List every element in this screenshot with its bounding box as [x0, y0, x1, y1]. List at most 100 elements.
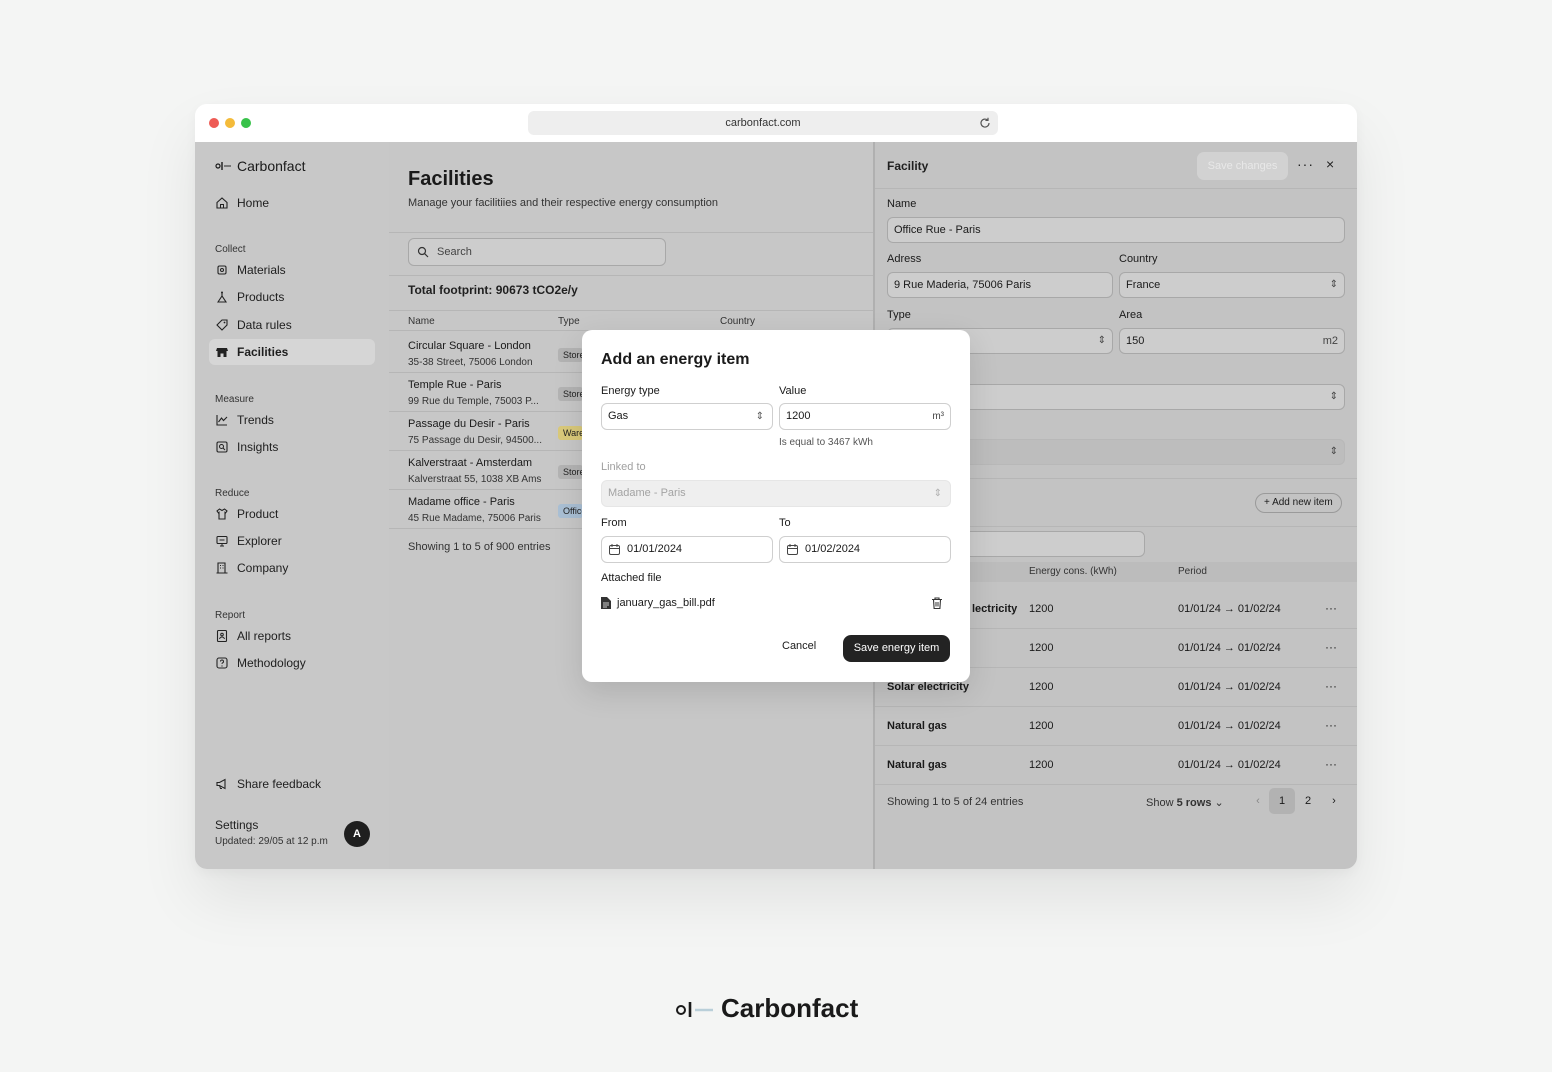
sidebar-item-product[interactable]: Product: [209, 501, 375, 527]
value-field[interactable]: 1200 m³: [779, 403, 951, 430]
page-button-2[interactable]: 2: [1295, 788, 1321, 814]
country-select[interactable]: France ⇕: [1119, 272, 1345, 298]
divider: [875, 745, 1357, 746]
save-energy-item-button[interactable]: Save energy item: [843, 635, 950, 662]
sidebar: Carbonfact Home Collect Materials Produc…: [195, 142, 389, 869]
area-value: 150: [1126, 335, 1145, 347]
type-badge: Office: [558, 504, 583, 518]
company-icon: [216, 562, 228, 574]
sidebar-item-label: Products: [237, 290, 285, 304]
divider: [875, 706, 1357, 707]
facility-name: Madame office - Paris: [408, 496, 515, 508]
next-page-button[interactable]: ›: [1321, 788, 1347, 814]
sidebar-item-methodology[interactable]: Methodology: [209, 650, 375, 676]
to-date-field[interactable]: 01/02/2024: [779, 536, 951, 563]
type-badge: Store: [558, 387, 583, 401]
settings-link[interactable]: Settings Updated: 29/05 at 12 p.m: [215, 818, 328, 847]
calendar-icon: [609, 544, 620, 555]
close-window-button[interactable]: [209, 118, 219, 128]
column-header-energy[interactable]: Energy cons. (kWh): [1029, 566, 1117, 577]
chevron-updown-icon: ⇕: [1329, 391, 1338, 402]
facility-address: 75 Passage du Desir, 94500...: [408, 435, 542, 446]
close-icon[interactable]: ×: [1326, 156, 1334, 172]
type-badge: Store: [558, 348, 583, 362]
energy-type-cell: lectricity: [972, 603, 1018, 615]
sidebar-item-label: Trends: [237, 413, 274, 427]
row-menu-icon[interactable]: ···: [1325, 679, 1337, 693]
chevron-updown-icon: ⇕: [933, 488, 942, 499]
sidebar-item-label: Share feedback: [237, 777, 322, 791]
row-menu-icon[interactable]: ···: [1325, 718, 1337, 732]
row-menu-icon[interactable]: ···: [1325, 640, 1337, 654]
to-label: To: [779, 517, 791, 529]
row-menu-icon[interactable]: ···: [1325, 601, 1337, 615]
facility-address: 35-38 Street, 75006 London: [408, 357, 533, 368]
name-field[interactable]: Office Rue - Paris: [887, 217, 1345, 243]
address-bar[interactable]: carbonfact.com: [528, 111, 998, 135]
show-rows-value: 5 rows: [1176, 797, 1212, 809]
area-field[interactable]: 150 m2: [1119, 328, 1345, 354]
sidebar-item-insights[interactable]: Insights: [209, 434, 375, 460]
column-header-name[interactable]: Name: [408, 316, 435, 327]
column-header-country[interactable]: Country: [720, 316, 755, 327]
country-label: Country: [1119, 253, 1158, 265]
reload-icon[interactable]: [978, 116, 992, 130]
add-energy-item-modal: Add an energy item Energy type Gas ⇕ Val…: [582, 330, 970, 682]
sidebar-item-trends[interactable]: Trends: [209, 407, 375, 433]
rows-per-page-select[interactable]: Show 5 rows ⌄: [1146, 796, 1224, 809]
footer-brand: Carbonfact: [675, 993, 858, 1024]
page-subtitle: Manage your facilitiies and their respec…: [408, 197, 718, 209]
trash-icon[interactable]: [930, 596, 944, 610]
column-header-period[interactable]: Period: [1178, 566, 1207, 577]
sidebar-item-explorer[interactable]: Explorer: [209, 528, 375, 554]
tag-icon: [216, 319, 228, 331]
sidebar-item-home[interactable]: Home: [209, 190, 375, 216]
cancel-button[interactable]: Cancel: [782, 640, 816, 652]
energy-type-select[interactable]: Gas ⇕: [601, 403, 773, 430]
home-icon: [216, 197, 228, 209]
sidebar-item-products[interactable]: Products: [209, 284, 375, 310]
address-field[interactable]: 9 Rue Maderia, 75006 Paris: [887, 272, 1113, 298]
chevron-updown-icon: ⇕: [1097, 335, 1106, 346]
more-options-icon[interactable]: ···: [1297, 156, 1314, 172]
chevron-updown-icon: ⇕: [1329, 279, 1338, 290]
sidebar-item-label: Methodology: [237, 656, 306, 670]
search-input[interactable]: Search: [408, 238, 666, 266]
sidebar-item-all-reports[interactable]: All reports: [209, 623, 375, 649]
sidebar-item-company[interactable]: Company: [209, 555, 375, 581]
energy-cons-cell: 1200: [1029, 720, 1054, 732]
energy-cons-cell: 1200: [1029, 681, 1054, 693]
prev-page-button[interactable]: ‹: [1245, 788, 1271, 814]
from-date-field[interactable]: 01/01/2024: [601, 536, 773, 563]
sidebar-item-materials[interactable]: Materials: [209, 257, 375, 283]
value-unit: m³: [932, 411, 944, 422]
address-value: 9 Rue Maderia, 75006 Paris: [894, 279, 1031, 291]
energy-type-cell: Natural gas: [887, 720, 947, 732]
attached-file[interactable]: january_gas_bill.pdf: [601, 597, 715, 609]
page-title: Facilities: [408, 168, 494, 190]
reports-icon: [216, 629, 228, 643]
maximize-window-button[interactable]: [241, 118, 251, 128]
divider: [389, 275, 873, 276]
sidebar-item-data-rules[interactable]: Data rules: [209, 312, 375, 338]
sidebar-item-facilities[interactable]: Facilities: [209, 339, 375, 365]
period-cell: 01/01/24 → 01/02/24: [1178, 720, 1281, 732]
name-label: Name: [887, 198, 917, 210]
chevron-down-icon: ⌄: [1214, 797, 1224, 809]
save-changes-button[interactable]: Save changes: [1197, 152, 1288, 180]
add-new-item-button[interactable]: + Add new item: [1255, 493, 1342, 513]
url-text: carbonfact.com: [725, 117, 801, 129]
carbonfact-logo-icon: [215, 162, 231, 170]
page-button-1[interactable]: 1: [1269, 788, 1295, 814]
column-header-type[interactable]: Type: [558, 316, 580, 327]
section-reduce: Reduce: [215, 488, 250, 499]
minimize-window-button[interactable]: [225, 118, 235, 128]
share-feedback-button[interactable]: Share feedback: [209, 771, 375, 797]
file-icon: [601, 597, 611, 609]
row-menu-icon[interactable]: ···: [1325, 757, 1337, 771]
sidebar-logo[interactable]: Carbonfact: [215, 158, 305, 174]
linked-to-value: Madame - Paris: [608, 487, 686, 499]
facility-name: Circular Square - London: [408, 340, 531, 352]
avatar[interactable]: A: [344, 821, 370, 847]
help-icon: [216, 657, 228, 669]
